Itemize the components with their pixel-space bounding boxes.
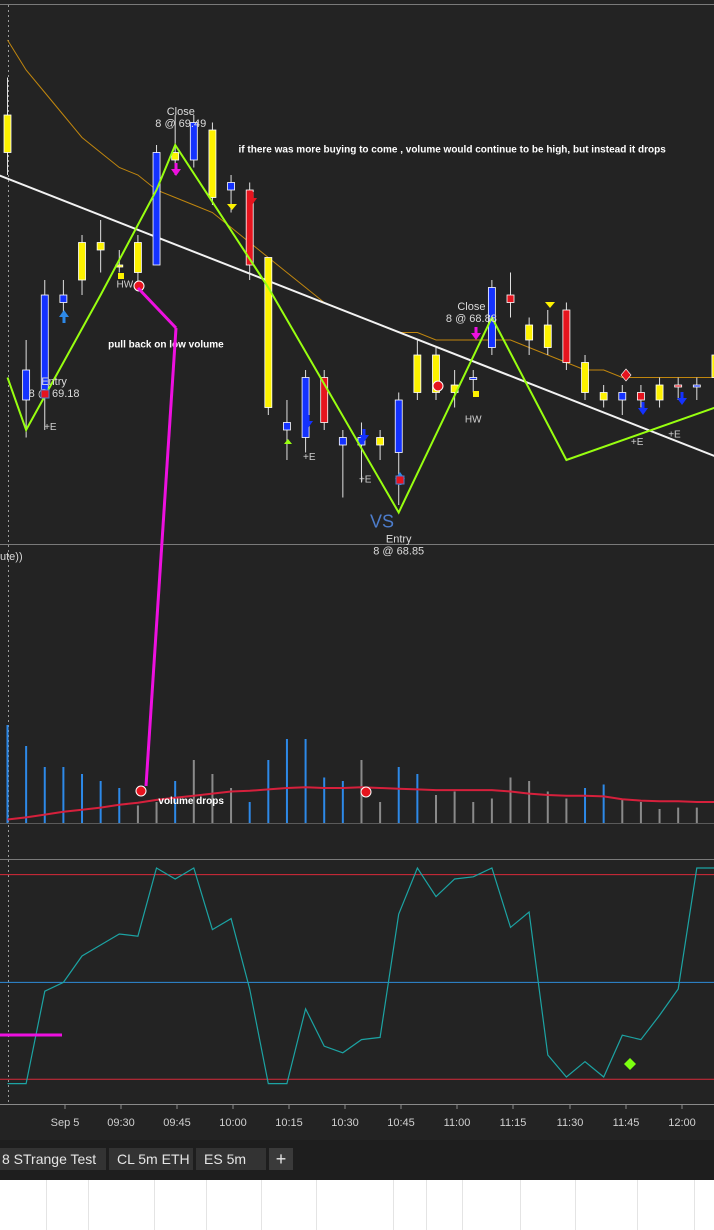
note-text: if there was more buying to come , volum… bbox=[239, 145, 667, 156]
entry-box-icon bbox=[40, 389, 50, 399]
candle bbox=[227, 182, 235, 191]
candle bbox=[96, 242, 105, 251]
axis-tick-label: 09:45 bbox=[163, 1117, 191, 1129]
axis-tick-label: 11:15 bbox=[500, 1117, 527, 1129]
candle bbox=[171, 152, 180, 161]
entry-marker-detail: 8 @ 68.85 bbox=[373, 546, 424, 558]
tab-cl-5m-eth[interactable]: CL 5m ETH bbox=[109, 1148, 193, 1170]
e-marker: +E bbox=[44, 422, 57, 433]
grid-column bbox=[46, 1180, 47, 1230]
red-dot-icon bbox=[432, 380, 444, 392]
axis-tick-label: 10:45 bbox=[387, 1117, 415, 1129]
grid-column bbox=[520, 1180, 521, 1230]
axis-tick-label: 09:30 bbox=[107, 1117, 135, 1129]
chart-canvas[interactable]: Close8 @ 69.49Entry8 @ 69.18Close8 @ 68.… bbox=[0, 0, 714, 1140]
grid-column bbox=[206, 1180, 207, 1230]
candle bbox=[599, 392, 608, 401]
candle bbox=[376, 437, 385, 446]
close-marker-detail: 8 @ 68.88 bbox=[446, 313, 497, 325]
candle bbox=[338, 437, 347, 446]
candle bbox=[618, 392, 627, 401]
candle bbox=[506, 294, 515, 303]
entry-marker-label: Entry bbox=[386, 534, 412, 546]
candle bbox=[692, 384, 701, 388]
close-marker-label: Close bbox=[167, 106, 195, 118]
candle bbox=[562, 309, 571, 363]
axis-tick-label: 11:30 bbox=[557, 1117, 584, 1129]
chart-tab-bar: 8 STrange Test CL 5m ETH ES 5m + bbox=[0, 1140, 714, 1180]
axis-tick-label: 10:15 bbox=[275, 1117, 303, 1129]
axis-tick-label: 11:00 bbox=[444, 1117, 471, 1129]
entry-marker-detail: 8 @ 69.18 bbox=[29, 388, 80, 400]
grid-column bbox=[88, 1180, 89, 1230]
candle bbox=[283, 422, 291, 431]
axis-tick-label: 10:00 bbox=[219, 1117, 247, 1129]
candle bbox=[301, 377, 310, 438]
candle bbox=[3, 114, 12, 153]
red-dot-icon bbox=[135, 785, 147, 797]
e-marker: +E bbox=[668, 430, 681, 441]
candle bbox=[525, 324, 534, 341]
grid-column bbox=[575, 1180, 576, 1230]
e-marker: +E bbox=[359, 475, 372, 486]
note-text: volume drops bbox=[158, 796, 224, 807]
lower-workspace bbox=[0, 1180, 714, 1230]
candle bbox=[152, 152, 161, 266]
e-marker: +E bbox=[303, 452, 316, 463]
grid-column bbox=[261, 1180, 262, 1230]
red-dot-icon bbox=[360, 786, 372, 798]
tab-strange-test[interactable]: 8 STrange Test bbox=[0, 1148, 106, 1170]
candle bbox=[59, 294, 68, 303]
vs-marker: VS bbox=[370, 512, 394, 532]
grid-column bbox=[694, 1180, 695, 1230]
hw-marker-icon bbox=[473, 391, 479, 397]
hw-marker-icon bbox=[118, 273, 124, 279]
candle bbox=[413, 354, 422, 393]
candle bbox=[264, 257, 273, 408]
entry-marker-label: Entry bbox=[41, 376, 67, 388]
hw-marker: HW bbox=[117, 280, 134, 291]
chart-background bbox=[0, 0, 714, 1140]
candle bbox=[78, 242, 86, 281]
entry-box-icon bbox=[395, 475, 405, 485]
grid-column bbox=[393, 1180, 394, 1230]
tab-es-5m[interactable]: ES 5m bbox=[196, 1148, 266, 1170]
e-marker: +E bbox=[631, 437, 644, 448]
grid-column bbox=[462, 1180, 463, 1230]
hw-marker: HW bbox=[465, 415, 482, 426]
axis-tick-label: 10:30 bbox=[331, 1117, 359, 1129]
candle bbox=[674, 384, 683, 388]
candle bbox=[581, 362, 589, 393]
candle bbox=[637, 392, 645, 401]
trading-chart-window: { "chart_data": [ { "type": "candlestick… bbox=[0, 0, 714, 1230]
candle bbox=[208, 129, 217, 198]
grid-column bbox=[316, 1180, 317, 1230]
close-marker-label: Close bbox=[457, 301, 485, 313]
note-text: pull back on low volume bbox=[108, 340, 224, 351]
close-marker-detail: 8 @ 69.49 bbox=[155, 118, 206, 130]
axis-tick-label: 11:45 bbox=[613, 1117, 640, 1129]
volume-panel-title: ute)) bbox=[0, 551, 23, 563]
candle bbox=[543, 324, 552, 348]
candle bbox=[469, 377, 478, 380]
candle bbox=[394, 399, 403, 453]
grid-column bbox=[426, 1180, 427, 1230]
candle bbox=[134, 242, 142, 273]
grid-column bbox=[154, 1180, 155, 1230]
grid-column bbox=[637, 1180, 638, 1230]
axis-tick-label: 12:00 bbox=[668, 1117, 696, 1129]
add-tab-button[interactable]: + bbox=[269, 1148, 293, 1170]
axis-tick-label: Sep 5 bbox=[51, 1117, 80, 1129]
candle bbox=[655, 384, 664, 401]
